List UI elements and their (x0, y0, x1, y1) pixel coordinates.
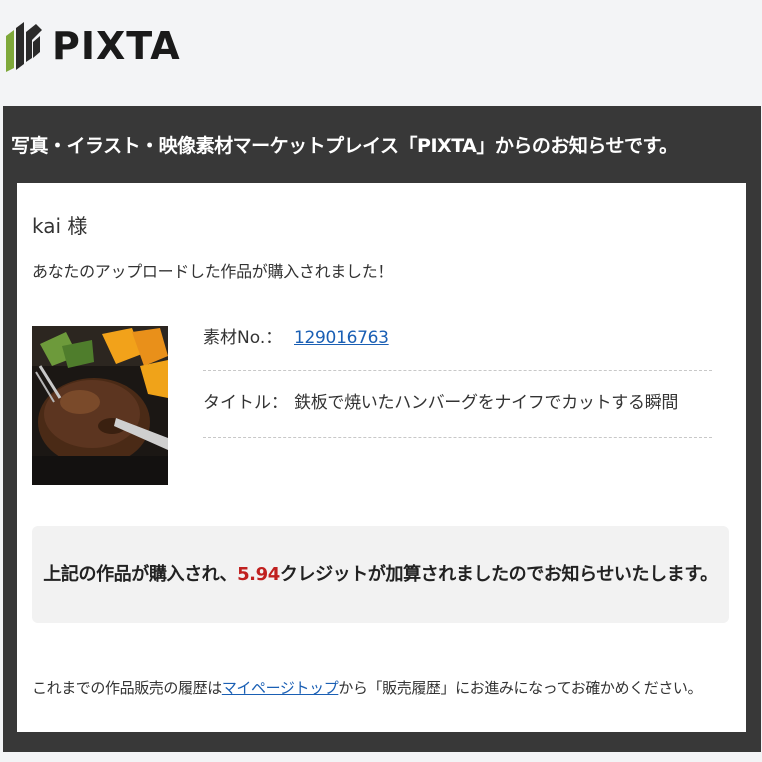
material-number-row: 素材No.： 129016763 (203, 320, 712, 371)
material-number-link[interactable]: 129016763 (294, 326, 389, 350)
footer-suffix: から「販売履歴」にお進みになってお確かめください。 (338, 679, 703, 697)
pixta-logo-icon (6, 22, 42, 72)
intro-text: あなたのアップロードした作品が購入されました！ (32, 262, 394, 281)
hamburger-steak-photo (32, 326, 168, 485)
header-title: 写真・イラスト・映像素材マーケットプレイス「PIXTA」からのお知らせです。 (11, 135, 678, 157)
item-thumbnail[interactable] (32, 326, 168, 485)
title-row: タイトル： 鉄板で焼いたハンバーグをナイフでカットする瞬間 (203, 385, 712, 438)
material-number-label: 素材No.： (203, 328, 283, 348)
greeting: kai 様 (32, 214, 88, 238)
credit-notice-box: 上記の作品が購入され、5.94クレジットが加算されましたのでお知らせいたします。 (32, 526, 729, 623)
footer-prefix: これまでの作品販売の履歴は (32, 679, 222, 697)
notice-suffix: クレジットが加算されましたのでお知らせいたします。 (279, 564, 718, 585)
top-bar: PIXTA (0, 0, 762, 100)
footer-text: これまでの作品販売の履歴はマイページトップから「販売履歴」にお進みになってお確か… (32, 676, 703, 700)
logo-text: PIXTA (52, 24, 181, 68)
credit-notice-text: 上記の作品が購入され、5.94クレジットが加算されましたのでお知らせいたします。 (32, 561, 729, 589)
credit-amount: 5.94 (237, 564, 280, 585)
notice-prefix: 上記の作品が購入され、 (43, 564, 238, 585)
mypage-top-link[interactable]: マイページトップ (222, 679, 339, 697)
title-label: タイトル： (203, 393, 288, 413)
title-value: 鉄板で焼いたハンバーグをナイフでカットする瞬間 (294, 393, 679, 413)
pixta-logo[interactable]: PIXTA (4, 18, 181, 74)
